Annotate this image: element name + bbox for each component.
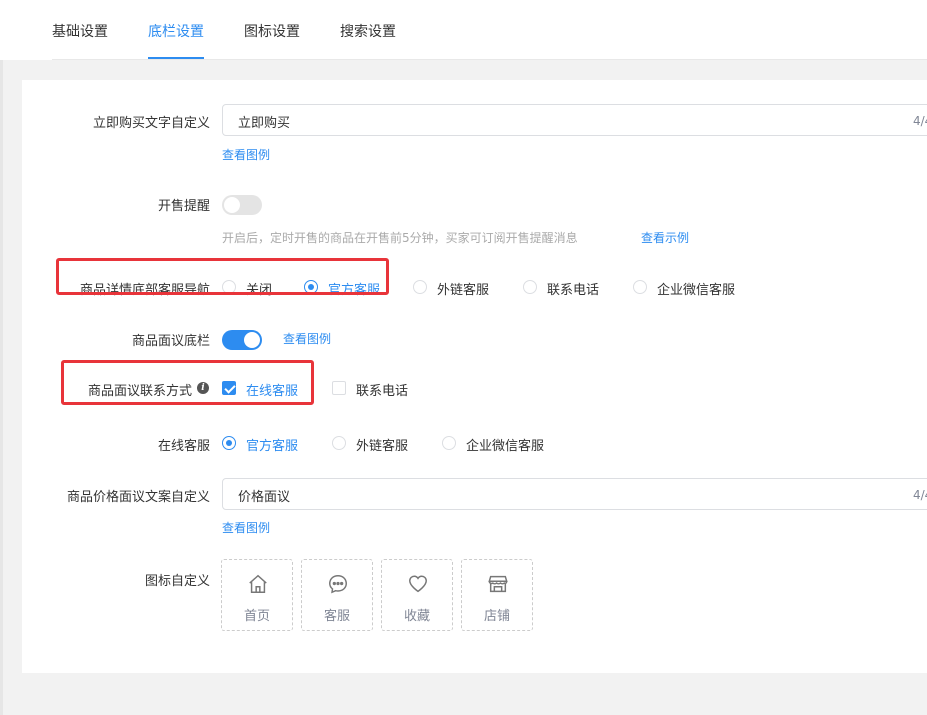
- tab-basic-settings[interactable]: 基础设置: [52, 21, 108, 41]
- icon-tile-label: 客服: [323, 609, 350, 624]
- icon-custom-label: 图标自定义: [144, 574, 210, 589]
- cs-nav-radio-wecom[interactable]: [633, 280, 647, 294]
- online-cs-option-external[interactable]: 外链客服: [356, 435, 408, 454]
- cs-nav-option-external[interactable]: 外链客服: [437, 279, 489, 298]
- highlight-box-negotiation-contact: [61, 360, 314, 405]
- contact-phone-label[interactable]: 联系电话: [356, 380, 408, 399]
- left-edge-strip: [0, 60, 3, 715]
- price-text-input[interactable]: 价格面议 4/4: [222, 478, 927, 510]
- active-tab-indicator: [148, 57, 204, 59]
- contact-phone-checkbox[interactable]: [332, 381, 346, 395]
- sale-reminder-example-link[interactable]: 查看示例: [641, 229, 689, 246]
- price-text-count: 4/4: [913, 488, 927, 502]
- icon-tile-label: 店铺: [483, 609, 510, 624]
- cs-nav-option-phone[interactable]: 联系电话: [547, 279, 599, 298]
- negotiation-bar-label: 商品面议底栏: [131, 334, 210, 349]
- price-text-value: 价格面议: [238, 490, 291, 505]
- tab-bottom-bar-settings[interactable]: 底栏设置: [148, 21, 204, 41]
- buy-now-label: 立即购买文字自定义: [92, 116, 210, 131]
- icon-tile-home[interactable]: 首页: [221, 559, 293, 631]
- tab-search-settings[interactable]: 搜索设置: [340, 21, 396, 41]
- buy-now-count: 4/4: [913, 114, 927, 128]
- buy-now-value: 立即购买: [238, 116, 291, 131]
- heart-icon: [409, 575, 427, 593]
- icon-tile-label: 收藏: [403, 609, 430, 624]
- negotiation-bar-switch[interactable]: [222, 330, 262, 350]
- sale-reminder-hint: 开启后，定时开售的商品在开售前5分钟，买家可订阅开售提醒消息: [222, 231, 578, 245]
- chat-icon: [329, 575, 347, 594]
- cs-nav-radio-phone[interactable]: [523, 280, 537, 294]
- icon-tile-label: 首页: [243, 609, 270, 624]
- home-icon: [249, 574, 267, 593]
- sale-reminder-switch[interactable]: [222, 195, 262, 215]
- negotiation-bar-example-link[interactable]: 查看图例: [283, 330, 331, 347]
- highlight-box-cs-nav: [56, 258, 389, 295]
- tab-bar: 基础设置 底栏设置 图标设置 搜索设置: [0, 0, 927, 60]
- buy-now-input[interactable]: 立即购买 4/4: [222, 104, 927, 136]
- icon-tile-service[interactable]: 客服: [301, 559, 373, 631]
- switch-knob: [244, 332, 260, 348]
- price-text-example-link[interactable]: 查看图例: [222, 519, 270, 536]
- cs-nav-radio-external[interactable]: [413, 280, 427, 294]
- cs-nav-option-wecom[interactable]: 企业微信客服: [657, 279, 735, 298]
- online-cs-option-official[interactable]: 官方客服: [246, 435, 298, 454]
- online-cs-radio-wecom[interactable]: [442, 436, 456, 450]
- switch-knob: [224, 197, 240, 213]
- online-cs-option-wecom[interactable]: 企业微信客服: [466, 435, 544, 454]
- online-cs-label: 在线客服: [157, 439, 210, 454]
- online-cs-radio-official[interactable]: [222, 436, 236, 450]
- tab-bar-divider: [52, 59, 927, 60]
- online-cs-radio-external[interactable]: [332, 436, 346, 450]
- sale-reminder-label: 开售提醒: [157, 199, 210, 214]
- store-icon: [488, 575, 508, 593]
- buy-now-example-link[interactable]: 查看图例: [222, 146, 270, 163]
- icon-tile-store[interactable]: 店铺: [461, 559, 533, 631]
- tab-icon-settings[interactable]: 图标设置: [244, 21, 300, 41]
- price-text-label: 商品价格面议文案自定义: [66, 490, 210, 505]
- icon-tile-favorite[interactable]: 收藏: [381, 559, 453, 631]
